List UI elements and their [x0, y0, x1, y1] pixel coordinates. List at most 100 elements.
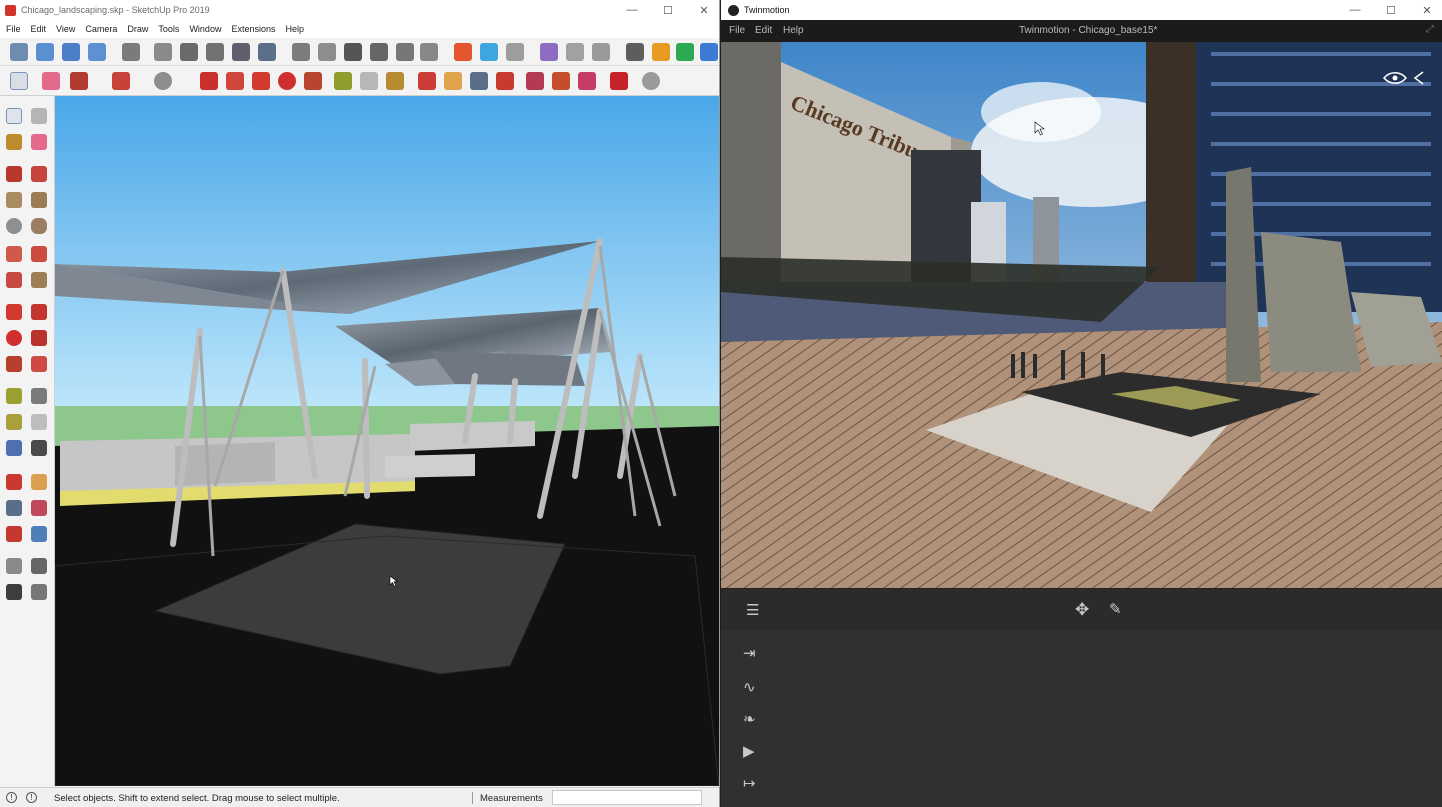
polygon-tool-icon[interactable]	[31, 218, 47, 234]
shaded-textures-icon[interactable]	[232, 43, 250, 61]
extension-icon[interactable]	[700, 43, 718, 61]
import-icon[interactable]: ⇥	[743, 646, 756, 661]
geo-location-icon[interactable]: !	[6, 792, 17, 803]
gray-cube-icon[interactable]	[506, 43, 524, 61]
rotate-icon[interactable]	[278, 72, 296, 90]
section-icon[interactable]	[318, 43, 336, 61]
follow-me-tool-icon[interactable]	[31, 330, 47, 346]
tm-menu-help[interactable]: Help	[783, 25, 804, 36]
wireframe-icon[interactable]	[154, 43, 172, 61]
zoom-extents-tool-icon[interactable]	[6, 526, 22, 542]
move-icon[interactable]	[252, 72, 270, 90]
text-tool-icon[interactable]	[31, 414, 47, 430]
select-tool-icon[interactable]	[6, 108, 22, 124]
menu-extensions[interactable]: Extensions	[231, 24, 275, 34]
freehand-tool-icon[interactable]	[31, 166, 47, 182]
menu-tools[interactable]: Tools	[158, 24, 179, 34]
ruby-cube-icon[interactable]	[454, 43, 472, 61]
rotated-rect-tool-icon[interactable]	[31, 192, 47, 208]
share-model-icon[interactable]	[552, 72, 570, 90]
push-pull-icon[interactable]	[200, 72, 218, 90]
green-tool-icon[interactable]	[676, 43, 694, 61]
zoom-icon[interactable]	[470, 72, 488, 90]
menu-view[interactable]: View	[56, 24, 75, 34]
media-play-icon[interactable]: ▶	[743, 744, 755, 759]
xray-icon[interactable]	[122, 43, 140, 61]
line-tool-icon[interactable]	[6, 166, 22, 182]
blue-cube-icon[interactable]	[480, 43, 498, 61]
move-arrows-icon[interactable]: ✥	[1075, 601, 1089, 618]
protractor-tool-icon[interactable]	[6, 414, 22, 430]
tm-menu-edit[interactable]: Edit	[755, 25, 772, 36]
twinmotion-viewport[interactable]: Chicago Tribune	[721, 42, 1442, 588]
shaded-icon[interactable]	[206, 43, 224, 61]
sliders-icon[interactable]	[566, 43, 584, 61]
circle-tool-icon[interactable]	[6, 218, 22, 234]
eraser-icon[interactable]	[42, 72, 60, 90]
text-icon[interactable]	[360, 72, 378, 90]
menu-file[interactable]: File	[6, 24, 21, 34]
graduation-icon[interactable]	[592, 43, 610, 61]
sketchup-maximize-button[interactable]: ☐	[650, 0, 686, 20]
arc-tool-icon[interactable]	[6, 246, 22, 262]
pie-tool-icon[interactable]	[6, 272, 22, 288]
leaf-icon[interactable]: ❧	[743, 712, 756, 727]
hamburger-icon[interactable]: ☰	[746, 603, 759, 618]
pan-tool-icon[interactable]	[31, 474, 47, 490]
scale-tool-icon[interactable]	[6, 356, 22, 372]
sketchup-minimize-button[interactable]: —	[614, 0, 650, 20]
paint-bucket-icon[interactable]	[386, 72, 404, 90]
rectangle-tool-icon[interactable]	[6, 192, 22, 208]
dimension-tool-icon[interactable]	[31, 388, 47, 404]
tape-tool-icon[interactable]	[6, 388, 22, 404]
sketchup-viewport[interactable]	[55, 96, 719, 786]
iso-view-icon[interactable]	[36, 43, 54, 61]
pan-icon[interactable]	[444, 72, 462, 90]
paint-tool-icon[interactable]	[6, 134, 22, 150]
walk-tool-icon[interactable]	[6, 584, 22, 600]
menu-help[interactable]: Help	[285, 24, 304, 34]
rotate-tool-icon[interactable]	[6, 330, 22, 346]
monochrome-icon[interactable]	[258, 43, 276, 61]
two-point-arc-tool-icon[interactable]	[31, 246, 47, 262]
tape-measure-icon[interactable]	[334, 72, 352, 90]
user-account-icon[interactable]	[642, 72, 660, 90]
ruby-icon[interactable]	[610, 72, 628, 90]
menu-window[interactable]: Window	[189, 24, 221, 34]
offset-tool-icon[interactable]	[31, 356, 47, 372]
eyedropper-icon[interactable]: ✎	[1109, 602, 1122, 617]
fullscreen-icon[interactable]: ⤢	[1426, 24, 1434, 35]
twinmotion-minimize-button[interactable]: —	[1337, 0, 1373, 20]
circle-icon[interactable]	[154, 72, 172, 90]
orbit-tool-left-icon[interactable]	[6, 474, 22, 490]
scale-icon[interactable]	[304, 72, 322, 90]
tm-menu-file[interactable]: File	[729, 25, 745, 36]
house-side-icon[interactable]	[420, 43, 438, 61]
house-icon[interactable]	[344, 43, 362, 61]
zoom-tool-icon[interactable]	[6, 500, 22, 516]
house-front-icon[interactable]	[370, 43, 388, 61]
axes-tool-icon[interactable]	[6, 440, 22, 456]
house-outline-icon[interactable]	[396, 43, 414, 61]
menu-draw[interactable]: Draw	[127, 24, 148, 34]
3d-text-tool-icon[interactable]	[31, 440, 47, 456]
previous-view-tool-icon[interactable]	[31, 526, 47, 542]
component-tool-icon[interactable]	[31, 108, 47, 124]
orbit-tool-icon[interactable]	[418, 72, 436, 90]
hidden-line-icon[interactable]	[180, 43, 198, 61]
section-plane-tool-icon[interactable]	[31, 584, 47, 600]
select-arrow-icon[interactable]	[10, 72, 28, 90]
top-view-icon[interactable]	[62, 43, 80, 61]
look-around-tool-icon[interactable]	[31, 558, 47, 574]
twinmotion-maximize-button[interactable]: ☐	[1373, 0, 1409, 20]
shield-icon[interactable]	[626, 43, 644, 61]
arc-icon[interactable]	[112, 72, 130, 90]
position-camera-tool-icon[interactable]	[6, 558, 22, 574]
eye-purple-icon[interactable]	[540, 43, 558, 61]
measurements-input[interactable]	[552, 790, 702, 805]
lock-icon[interactable]	[652, 43, 670, 61]
info-icon[interactable]: !	[26, 792, 37, 803]
front-view-icon[interactable]	[88, 43, 106, 61]
extension-warehouse-icon[interactable]	[578, 72, 596, 90]
warehouse-icon[interactable]	[292, 43, 310, 61]
